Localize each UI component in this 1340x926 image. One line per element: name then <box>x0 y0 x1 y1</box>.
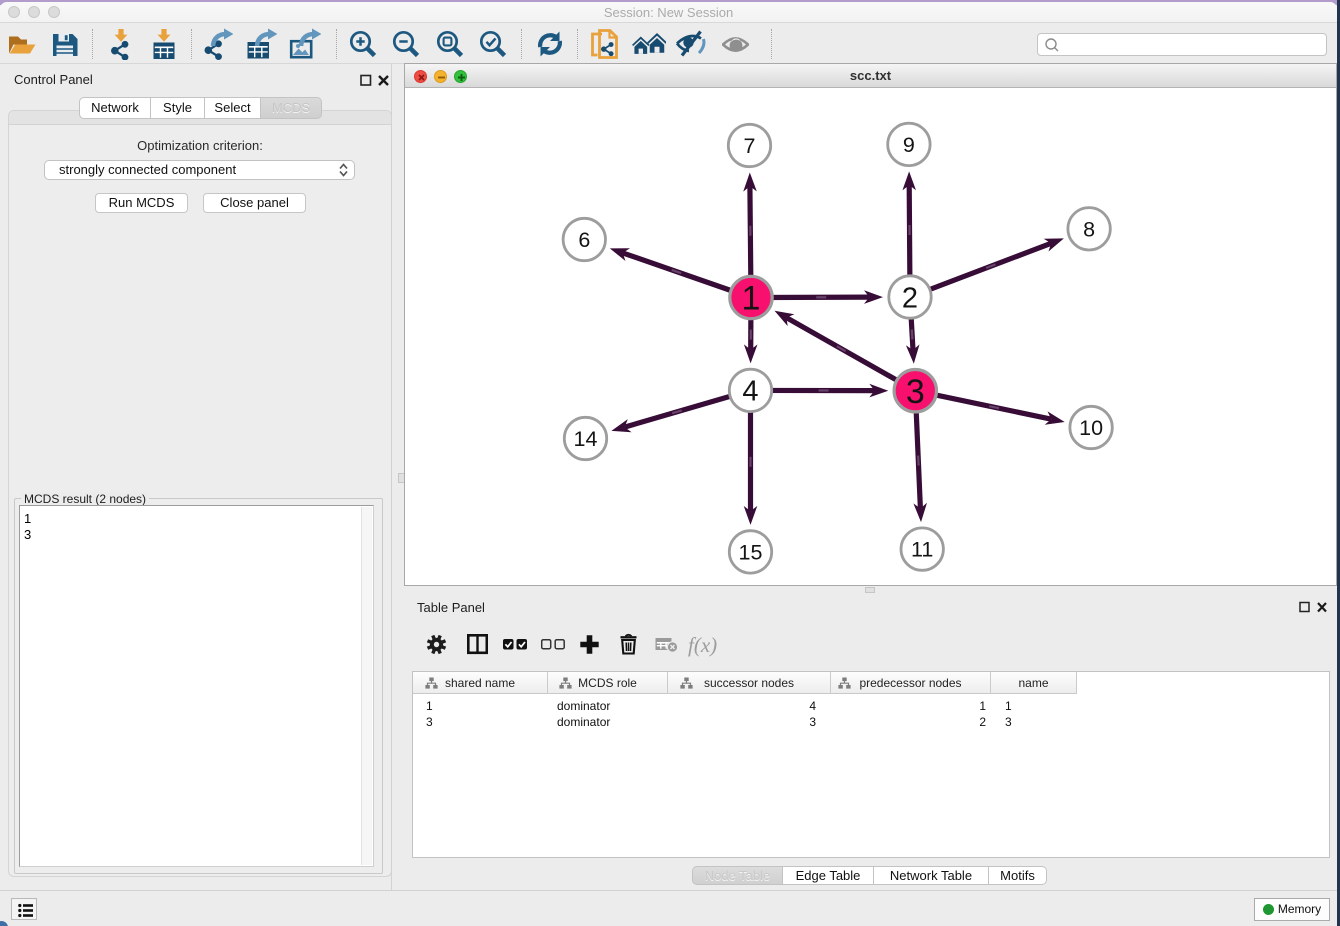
svg-text:10: 10 <box>1079 416 1103 440</box>
svg-text:9: 9 <box>903 133 915 157</box>
svg-text:8: 8 <box>1083 217 1095 241</box>
svg-text:6: 6 <box>578 228 590 252</box>
svg-text:11: 11 <box>911 538 933 562</box>
svg-text:4: 4 <box>742 376 758 408</box>
svg-text:14: 14 <box>574 427 598 451</box>
svg-text:2: 2 <box>902 282 918 314</box>
svg-text:15: 15 <box>739 541 763 565</box>
svg-text:7: 7 <box>744 134 756 158</box>
svg-text:3: 3 <box>906 373 925 411</box>
svg-text:1: 1 <box>742 280 761 318</box>
